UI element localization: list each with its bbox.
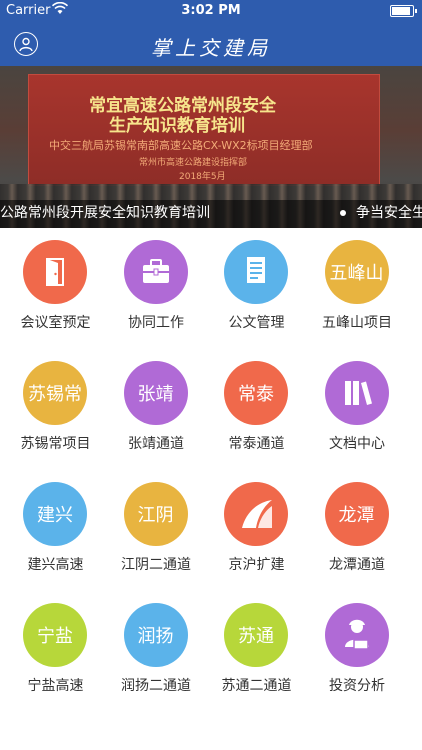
grid-item-label: 公文管理: [228, 315, 285, 331]
grid-item-badge: 常泰: [224, 361, 288, 425]
clock: 3:02 PM: [181, 3, 241, 18]
door-icon: [23, 240, 87, 304]
grid-item[interactable]: 苏锡常 苏锡常项目: [3, 349, 108, 470]
grid-item[interactable]: 公文管理: [204, 228, 309, 349]
bullet-icon: [340, 210, 346, 216]
grid-item-label: 润扬二通道: [121, 678, 191, 694]
banner-slide-line-5: 2018年5月: [179, 172, 226, 182]
grid-item-badge: 建兴: [23, 482, 87, 546]
grid-item-badge-text: 苏锡常: [28, 384, 82, 405]
app-title: 掌上交建局: [151, 36, 271, 60]
banner-slide-line-4: 常州市高速公路建设指挥部: [139, 158, 248, 168]
grid-item-label: 建兴高速: [27, 557, 84, 573]
nav-bar: 掌上交建局: [0, 22, 422, 66]
grid-item-badge-text: 润扬: [137, 626, 174, 647]
grid-item-label: 常泰通道: [228, 436, 285, 452]
grid-item-label: 会议室预定: [20, 315, 91, 331]
grid-item-badge-text: 常泰: [238, 384, 274, 405]
grid-item[interactable]: 协同工作: [104, 228, 209, 349]
grid-item-badge: 润扬: [123, 603, 188, 667]
grid-item-label: 文档中心: [329, 436, 385, 452]
grid-item-badge: 江阴: [123, 482, 188, 546]
document-icon: [224, 240, 288, 304]
books-icon: [324, 361, 389, 425]
grid-item-label: 苏通二通道: [221, 678, 292, 694]
grid-item[interactable]: 苏通 苏通二通道: [204, 591, 309, 712]
grid-item-label: 龙潭通道: [329, 557, 385, 573]
grid-item[interactable]: 京沪扩建: [204, 470, 309, 591]
grid-item[interactable]: 江阴 江阴二通道: [104, 470, 209, 591]
banner-slide-title-2: 生产知识教育培训: [109, 116, 245, 136]
briefcase-icon: [123, 240, 188, 304]
grid-item[interactable]: 润扬 润扬二通道: [104, 591, 209, 712]
grid-item-badge: 五峰山: [324, 240, 389, 304]
grid-item-badge-text: 张靖: [137, 384, 174, 405]
news-banner-carousel[interactable]: 常宜高速公路常州段安全 生产知识教育培训 中交三航局苏锡常南部高速公路CX-WX…: [0, 66, 422, 228]
grid-item-badge-text: 五峰山: [329, 263, 384, 284]
grid-item[interactable]: 龙潭 龙潭通道: [305, 470, 410, 591]
grid-item-badge: 苏通: [224, 603, 288, 667]
grid-item-badge-text: 龙潭: [338, 505, 375, 526]
status-bar: Carrier 3:02 PM: [0, 0, 422, 22]
banner-caption-next[interactable]: 争当安全生: [356, 202, 422, 222]
banner-photo: 常宜高速公路常州段安全 生产知识教育培训 中交三航局苏锡常南部高速公路CX-WX…: [28, 74, 380, 186]
grid-item-badge: 龙潭: [324, 482, 389, 546]
grid-item-label: 宁盐高速: [27, 678, 84, 694]
grid-item-label: 投资分析: [329, 678, 385, 694]
banner-caption[interactable]: 公路常州段开展安全知识教育培训: [0, 202, 210, 222]
battery-icon: [390, 5, 417, 17]
grid-item-label: 张靖通道: [128, 436, 184, 452]
grid-item-label: 五峰山项目: [322, 315, 392, 331]
grid-item-label: 江阴二通道: [121, 557, 191, 573]
grid-item-badge: 苏锡常: [23, 361, 87, 425]
grid-item[interactable]: 建兴 建兴高速: [3, 470, 108, 591]
grid-item[interactable]: 文档中心: [305, 349, 410, 470]
banner-slide-line-3: 中交三航局苏锡常南部高速公路CX-WX2标项目经理部: [49, 139, 313, 152]
grid-item-badge: 宁盐: [23, 603, 87, 667]
grid-item-label: 京沪扩建: [228, 557, 285, 573]
grid-item-badge-text: 建兴: [37, 505, 73, 526]
grid-item[interactable]: 五峰山 五峰山项目: [305, 228, 410, 349]
grid-item-label: 苏锡常项目: [20, 436, 91, 452]
grid-item[interactable]: 投资分析: [305, 591, 410, 712]
grid-item-badge-text: 宁盐: [37, 626, 73, 647]
grid-item[interactable]: 会议室预定: [3, 228, 108, 349]
grid-item-badge-text: 苏通: [238, 626, 274, 647]
road-icon: [224, 482, 288, 546]
grid-item[interactable]: 常泰 常泰通道: [204, 349, 309, 470]
grid-item-badge-text: 江阴: [137, 505, 174, 526]
grid-item-label: 协同工作: [128, 315, 184, 331]
grid-item[interactable]: 张靖 张靖通道: [104, 349, 209, 470]
grid-item[interactable]: 宁盐 宁盐高速: [3, 591, 108, 712]
grid-item-badge: 张靖: [123, 361, 188, 425]
analyst-icon: [324, 603, 389, 667]
